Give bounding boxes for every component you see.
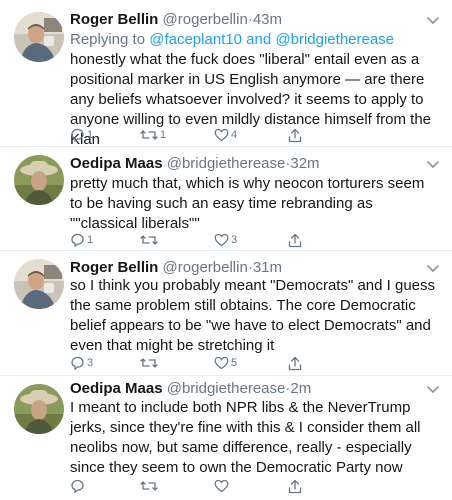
tweet[interactable]: Oedipa Maas @bridgietherease·32m pretty … xyxy=(0,147,452,251)
user-handle[interactable]: @bridgietherease xyxy=(167,155,286,172)
tweet[interactable]: Oedipa Maas @bridgietherease·2m I meant … xyxy=(0,376,452,500)
avatar[interactable] xyxy=(14,155,64,205)
like-count: 4 xyxy=(231,129,238,141)
tweet-actions xyxy=(70,478,310,494)
reply-button[interactable] xyxy=(70,478,87,494)
chevron-down-icon[interactable] xyxy=(426,261,440,275)
share-button[interactable] xyxy=(288,232,302,248)
display-name[interactable]: Oedipa Maas xyxy=(70,380,163,397)
like-count: 5 xyxy=(231,357,238,369)
timestamp[interactable]: 32m xyxy=(290,155,319,172)
share-icon xyxy=(288,479,302,493)
like-button[interactable]: 5 xyxy=(214,355,237,371)
like-count: 3 xyxy=(231,234,238,246)
reply-icon xyxy=(71,479,84,493)
share-button[interactable] xyxy=(288,478,302,494)
like-button[interactable] xyxy=(214,478,231,494)
reply-icon xyxy=(71,128,84,142)
retweet-button[interactable] xyxy=(140,478,160,494)
tweet-header: Oedipa Maas @bridgietherease·2m xyxy=(70,379,422,399)
share-icon xyxy=(288,356,302,370)
retweet-count: 1 xyxy=(160,129,167,141)
display-name[interactable]: Oedipa Maas xyxy=(70,155,163,172)
tweet-text: so I think you probably meant "Democrats… xyxy=(70,277,436,354)
reply-icon xyxy=(71,233,84,247)
avatar[interactable] xyxy=(14,259,64,309)
tweet-actions: 1 1 4 xyxy=(70,127,310,143)
user-handle[interactable]: @rogerbellin xyxy=(163,259,248,276)
tweet-text: I meant to include both NPR libs & the N… xyxy=(70,399,421,476)
retweet-icon xyxy=(140,358,158,368)
reply-button[interactable]: 1 xyxy=(70,232,93,248)
retweet-button[interactable] xyxy=(140,232,160,248)
avatar[interactable] xyxy=(14,12,64,62)
tweet[interactable]: Roger Bellin @rogerbellin·31m so I think… xyxy=(0,251,452,376)
replying-and: and xyxy=(242,31,276,48)
chevron-down-icon[interactable] xyxy=(426,382,440,396)
mention-link[interactable]: @bridgietherease xyxy=(275,31,394,48)
share-icon xyxy=(288,128,302,142)
tweet-actions: 3 5 xyxy=(70,355,310,371)
retweet-button[interactable] xyxy=(140,355,160,371)
like-button[interactable]: 3 xyxy=(214,232,237,248)
user-handle[interactable]: @rogerbellin xyxy=(163,11,248,28)
tweet[interactable]: Roger Bellin @rogerbellin·43m Replying t… xyxy=(0,0,452,148)
share-button[interactable] xyxy=(288,127,302,143)
mention-link[interactable]: @faceplant10 xyxy=(149,31,242,48)
retweet-icon xyxy=(140,130,158,140)
tweet-text: pretty much that, which is why neocon to… xyxy=(70,175,425,232)
timestamp[interactable]: 2m xyxy=(290,380,311,397)
retweet-icon xyxy=(140,235,158,245)
user-handle[interactable]: @bridgietherease xyxy=(167,380,286,397)
replying-prefix: Replying to xyxy=(70,31,150,48)
replying-to: Replying to @faceplant10 and @bridgiethe… xyxy=(70,30,394,50)
heart-icon xyxy=(214,479,229,493)
tweet-header: Roger Bellin @rogerbellin·31m xyxy=(70,258,422,278)
reply-count: 1 xyxy=(87,234,94,246)
timestamp[interactable]: 31m xyxy=(253,259,282,276)
reply-count: 1 xyxy=(87,129,94,141)
tweet-header: Oedipa Maas @bridgietherease·32m xyxy=(70,154,422,174)
share-button[interactable] xyxy=(288,355,302,371)
reply-count: 3 xyxy=(87,357,94,369)
reply-icon xyxy=(71,356,84,370)
tweet-actions: 1 3 xyxy=(70,232,310,248)
share-icon xyxy=(288,233,302,247)
reply-button[interactable]: 3 xyxy=(70,355,93,371)
retweet-button[interactable]: 1 xyxy=(140,127,166,143)
chevron-down-icon[interactable] xyxy=(426,157,440,171)
display-name[interactable]: Roger Bellin xyxy=(70,259,158,276)
heart-icon xyxy=(214,356,229,370)
heart-icon xyxy=(214,233,229,247)
retweet-icon xyxy=(140,481,158,491)
timestamp[interactable]: 43m xyxy=(253,11,282,28)
heart-icon xyxy=(214,128,229,142)
reply-button[interactable]: 1 xyxy=(70,127,93,143)
avatar[interactable] xyxy=(14,384,64,434)
tweet-header: Roger Bellin @rogerbellin·43m xyxy=(70,10,422,30)
display-name[interactable]: Roger Bellin xyxy=(70,11,158,28)
chevron-down-icon[interactable] xyxy=(426,13,440,27)
like-button[interactable]: 4 xyxy=(214,127,237,143)
conversation-thread: Roger Bellin @rogerbellin·43m Replying t… xyxy=(0,0,452,500)
